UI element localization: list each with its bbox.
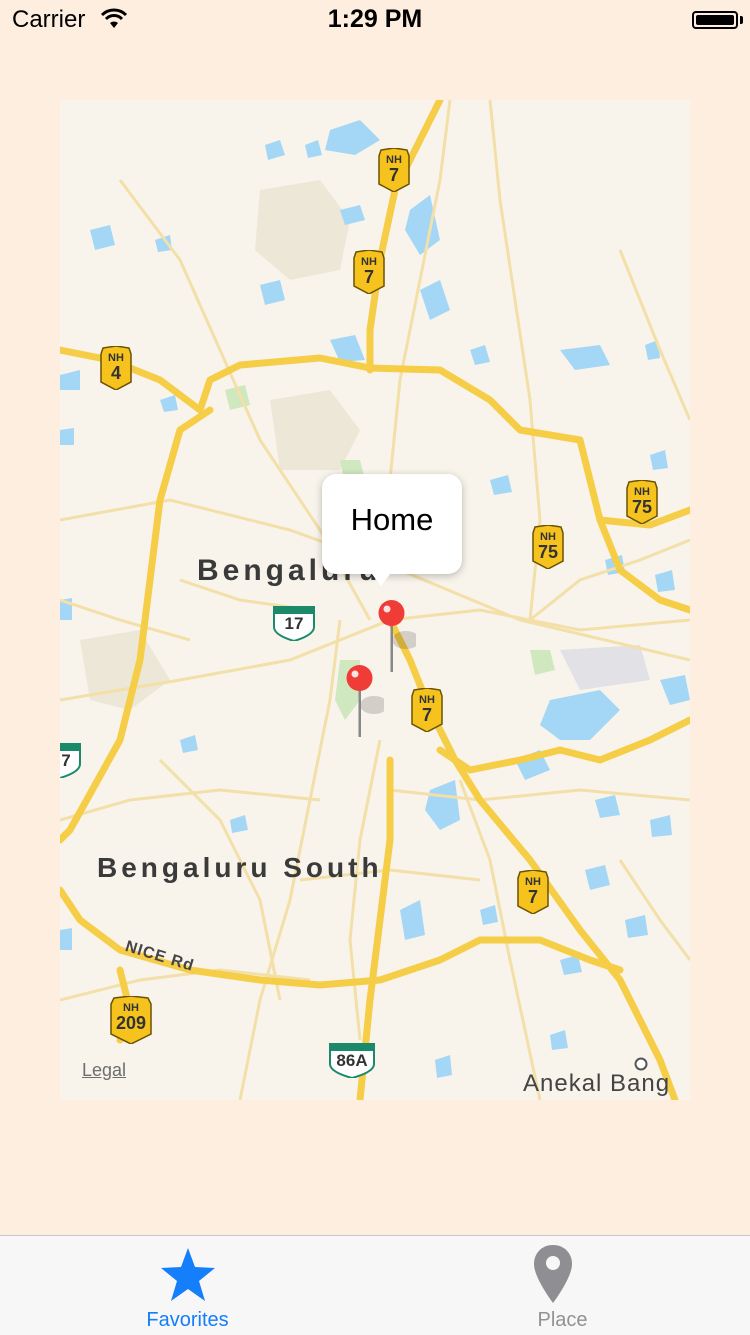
map-pin-icon <box>534 1245 572 1303</box>
highway-shield-nh4: NH 4 <box>99 346 133 390</box>
highway-shield-nh209: NH 209 <box>109 996 153 1044</box>
highway-shield-nh75: NH 75 <box>531 525 565 569</box>
highway-shield-nh7: NH 7 <box>410 688 444 732</box>
highway-shield-nh75: NH 75 <box>625 480 659 524</box>
status-bar: Carrier 1:29 PM <box>0 0 750 40</box>
tab-bar: Favorites Place <box>0 1235 750 1335</box>
highway-shield-17: 17 <box>272 603 316 641</box>
highway-shield-nh7: NH 7 <box>352 250 386 294</box>
highway-shield-nh7: NH 7 <box>377 148 411 192</box>
tab-favorites[interactable]: Favorites <box>0 1236 375 1335</box>
tab-place-label: Place <box>537 1309 588 1331</box>
battery-tip <box>740 16 743 24</box>
map-pin-place[interactable] <box>344 665 384 745</box>
highway-shield-86a: 86A <box>328 1040 376 1078</box>
callout-title: Home <box>350 502 434 537</box>
pin-callout[interactable]: Home <box>322 474 462 574</box>
callout-tail <box>369 570 393 586</box>
battery-icon <box>692 11 738 29</box>
tab-favorites-label: Favorites <box>146 1309 229 1331</box>
status-time: 1:29 PM <box>327 5 423 33</box>
highway-shield-nh7: NH 7 <box>516 870 550 914</box>
map-label-anekal: Anekal Bang <box>523 1070 671 1097</box>
legal-link[interactable]: Legal <box>82 1060 126 1081</box>
highway-shield-7-partial: 7 <box>60 740 82 778</box>
star-icon <box>161 1248 215 1301</box>
map-view[interactable]: Bengaluru Bengaluru South Anekal Bang NI… <box>60 100 690 1100</box>
town-marker-icon <box>634 1057 648 1071</box>
tab-place[interactable]: Place <box>375 1236 750 1335</box>
map-label-bengaluru-south: Bengaluru South <box>97 852 383 883</box>
